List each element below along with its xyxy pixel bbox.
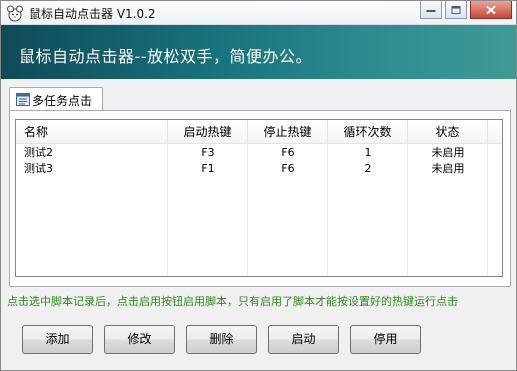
tab-label: 多任务点击 — [32, 94, 93, 108]
column-header-stop-hotkey[interactable]: 停止热键 — [248, 120, 328, 144]
cell-start-hotkey: F3 — [201, 146, 215, 159]
minimize-icon — [426, 9, 436, 12]
cell-name: 测试2 — [24, 146, 53, 159]
tab-multi-task-click[interactable]: 多任务点击 — [9, 87, 103, 111]
add-button[interactable]: 添加 — [22, 325, 93, 354]
mouse-app-icon — [7, 5, 23, 22]
banner-slogan: 鼠标自动点击器--放松双手，简便办公。 — [19, 47, 313, 66]
table-row[interactable]: 测试3 F1 F6 2 未启用 — [16, 161, 502, 177]
header-banner: 鼠标自动点击器--放松双手，简便办公。 — [1, 25, 516, 79]
maximize-button[interactable] — [445, 1, 467, 19]
minimize-button[interactable] — [420, 1, 442, 19]
window-title: 鼠标自动点击器 V1.0.2 — [29, 7, 156, 21]
table-row[interactable]: 测试2 F3 F6 1 未启用 — [16, 145, 502, 161]
cell-loop-count: 1 — [364, 146, 372, 159]
window-controls — [417, 1, 512, 21]
column-header-loop-count[interactable]: 循环次数 — [328, 120, 408, 144]
list-icon — [16, 93, 30, 106]
cell-stop-hotkey: F6 — [281, 162, 295, 175]
close-button[interactable] — [470, 1, 512, 19]
cell-status: 未启用 — [431, 162, 465, 175]
disable-button[interactable]: 停用 — [350, 325, 421, 354]
usage-hint: 点击选中脚本记录后，点击启用按钮启用脚本，只有启用了脚本才能按设置好的热键运行点… — [7, 295, 458, 308]
list-header: 名称 启动热键 停止热键 循环次数 状态 — [16, 120, 502, 144]
column-header-name[interactable]: 名称 — [16, 120, 168, 144]
title-bar[interactable]: 鼠标自动点击器 V1.0.2 — [1, 1, 516, 25]
close-icon — [486, 5, 496, 14]
app-window: 鼠标自动点击器 V1.0.2 鼠标自动点击器--放松双手，简便办公。 多任务点击 — [0, 0, 517, 371]
edit-button[interactable]: 修改 — [104, 325, 175, 354]
cell-name: 测试3 — [24, 162, 53, 175]
start-button[interactable]: 启动 — [268, 325, 339, 354]
script-list[interactable]: 名称 启动热键 停止热键 循环次数 状态 测试2 F3 F6 1 未启用 测试3… — [15, 119, 503, 277]
column-header-status[interactable]: 状态 — [408, 120, 488, 144]
delete-button[interactable]: 删除 — [186, 325, 257, 354]
column-header-start-hotkey[interactable]: 启动热键 — [168, 120, 248, 144]
cell-start-hotkey: F1 — [201, 162, 215, 175]
cell-stop-hotkey: F6 — [281, 146, 295, 159]
cell-loop-count: 2 — [364, 162, 372, 175]
maximize-icon — [451, 5, 461, 14]
cell-status: 未启用 — [431, 146, 465, 159]
